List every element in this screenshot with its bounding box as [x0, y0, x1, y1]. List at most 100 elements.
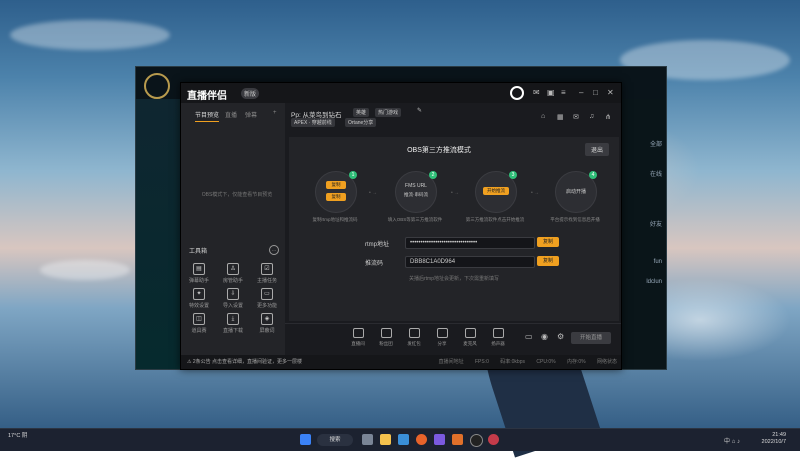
maximize-icon[interactable]: □ [593, 88, 598, 97]
control-fans[interactable]: 粉丝团 [371, 328, 401, 347]
preview-hint: OBS模式下，仅能查看节目预览 [201, 192, 273, 198]
add-icon[interactable]: + [273, 110, 277, 116]
room-icon [352, 328, 364, 338]
step-2: 2 FMS URL 推流·串码流 [395, 171, 437, 213]
share-icon [436, 328, 448, 338]
step3-text: 第三方推流软件点击开始推流 [465, 217, 525, 222]
bell-icon[interactable]: ♫ [589, 113, 594, 120]
tool-danmaku-helper[interactable]: ▤ 弹幕助手 [183, 263, 215, 284]
status-item: CPU:0% [536, 359, 556, 365]
status-notice[interactable]: ⚠ 2条公告 点击查看详细，直播间验证，更多一层楼 [187, 355, 302, 369]
tool-more[interactable]: ▭ 更多功能 [251, 288, 283, 309]
control-bar: 直播间 粉丝团 发红包 分享 麦克风 扬声器 ▭ ◉ ⚙ 开始直播 [285, 323, 621, 356]
more-icon[interactable]: … [269, 245, 279, 255]
step4-text: 平台提示找到信息后开播 [550, 217, 600, 222]
obs-title: OBS第三方推流模式 [407, 147, 471, 154]
tab-danmaku[interactable]: 弹幕 [245, 110, 257, 119]
obs-app-icon[interactable] [470, 434, 483, 447]
danmaku-helper-icon: ▤ [193, 263, 205, 275]
version-badge[interactable]: 新版 [241, 88, 260, 99]
status-item: FPS:0 [474, 359, 489, 365]
tool-download[interactable]: ⤓ 直播下载 [217, 313, 249, 334]
control-share[interactable]: 分享 [427, 328, 457, 347]
status-item: 码率:0kbps [500, 359, 525, 365]
obs-note: 关播后rtmp地址会更新，下次需重新填写 [408, 276, 499, 282]
friend-item[interactable]: 好友 [650, 219, 662, 228]
exit-button[interactable]: 退出 [585, 143, 610, 156]
clock-time: 21:49 [772, 432, 786, 438]
taskview-icon[interactable] [362, 434, 373, 445]
tab-preview[interactable]: 节目预览 [195, 110, 220, 122]
gear-icon[interactable]: ⚙ [557, 332, 564, 341]
eye-icon[interactable]: ◉ [541, 332, 548, 341]
tool-host-task[interactable]: ☑ 主播任务 [251, 263, 283, 284]
status-item: 内存:0% [566, 359, 586, 365]
start-icon[interactable] [300, 434, 311, 445]
stream-key-field[interactable]: DBB8C1A0D964 [405, 256, 535, 268]
tool-gift-effect[interactable]: ✦ 特效设置 [183, 288, 215, 309]
clock[interactable]: 21:49 2022/10/7 [762, 432, 786, 446]
tool-shield[interactable]: ◈ 屏蔽词 [251, 313, 283, 334]
import-icon: ⇩ [227, 288, 239, 300]
app-icon[interactable] [434, 434, 445, 445]
step-4: 4 启动开播 [555, 171, 597, 213]
message-icon[interactable]: ✉ [533, 88, 540, 97]
friend-item[interactable]: ldclun [646, 279, 662, 285]
game-client-side [136, 99, 181, 369]
rtmp-field[interactable]: •••••••••••••••••••••••••••••••• [405, 237, 535, 249]
friend-list[interactable]: 全部 在线 好友 fun ldclun [621, 99, 666, 369]
start-push-button[interactable]: 开始推流 [483, 187, 509, 195]
control-speaker[interactable]: 扬声器 [483, 328, 513, 347]
camera-icon[interactable]: ▭ [525, 332, 533, 341]
edit-icon[interactable]: ✎ [417, 107, 422, 114]
tab-live[interactable]: 直播 [225, 110, 237, 119]
step1-text: 复制rtmp地址和推流码 [312, 217, 358, 222]
taskbar-search[interactable]: 搜索 [317, 434, 353, 446]
copy-key-button[interactable]: 复制 [537, 256, 559, 266]
tools-title: 工具箱 [189, 249, 208, 255]
stream-key-label: 推流码 [365, 261, 384, 267]
close-icon[interactable]: ✕ [607, 88, 614, 97]
record-icon[interactable] [510, 86, 524, 100]
explorer-icon[interactable] [380, 434, 391, 445]
store-app-icon[interactable] [398, 434, 409, 445]
weather-widget[interactable]: 17°C 阴 [8, 433, 27, 439]
left-panel: 节目预览 直播 弹幕 + OBS模式下，仅能查看节目预览 工具箱 … ▤ 弹幕助手… [181, 103, 285, 355]
tag-category[interactable]: APEX · 穿越前线 [291, 118, 335, 127]
tag-share[interactable]: Ortane分享 [345, 118, 377, 127]
shield-icon: ◈ [261, 313, 273, 325]
tool-import[interactable]: ⇩ 导入设置 [217, 288, 249, 309]
tag-hero[interactable]: 英雄 [353, 108, 370, 117]
step1-copy-button-2[interactable]: 复制 [326, 193, 346, 201]
friend-item[interactable]: fun [654, 259, 662, 265]
arrow-icon: • → [451, 190, 460, 196]
arrow-icon: • → [531, 190, 540, 196]
store-icon[interactable]: ⌂ [541, 113, 545, 120]
game-app-icon[interactable] [488, 434, 499, 445]
copy-rtmp-button[interactable]: 复制 [537, 237, 559, 247]
mail-icon[interactable]: ✉ [573, 113, 579, 121]
system-tray[interactable]: 中 ⌂ ♪ [724, 436, 740, 445]
step2-text: 填入OBS等第三方推流软件 [387, 217, 443, 222]
start-live-button[interactable]: 开始直播 [571, 332, 611, 344]
control-room[interactable]: 直播间 [343, 328, 373, 347]
tool-gamble[interactable]: ◫ 道具赛 [183, 313, 215, 334]
tag-hot-game[interactable]: 热门游戏 [375, 108, 402, 117]
minimize-icon[interactable]: – [579, 88, 583, 97]
browser-icon[interactable] [416, 434, 427, 445]
control-redpacket[interactable]: 发红包 [399, 328, 429, 347]
friend-item[interactable]: 全部 [650, 139, 662, 148]
tool-room-manager[interactable]: ♙ 房管助手 [217, 263, 249, 284]
title-bar: 直播伴侣 新版 ✉ ▣ ≡ – □ ✕ [181, 83, 621, 103]
step1-copy-button[interactable]: 复制 [326, 181, 346, 189]
status-item: 直播间地址 [438, 359, 464, 365]
gift-icon[interactable]: ▣ [547, 88, 555, 97]
calendar-icon[interactable]: ▦ [557, 113, 564, 121]
live-companion-app-icon[interactable] [452, 434, 463, 445]
settings-icon[interactable]: ≡ [561, 88, 566, 97]
room-manager-icon: ♙ [227, 263, 239, 275]
control-mic[interactable]: 麦克风 [455, 328, 485, 347]
share-icon[interactable]: ⋔ [605, 113, 611, 121]
friend-item[interactable]: 在线 [650, 169, 662, 178]
live-companion-window: 直播伴侣 新版 ✉ ▣ ≡ – □ ✕ 节目预览 直播 弹幕 + OBS模式下，… [180, 82, 622, 370]
